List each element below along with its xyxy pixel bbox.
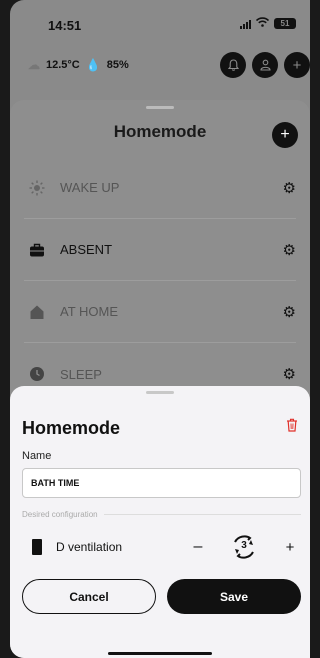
house-icon [28,303,46,321]
fan-level-value: 3 [241,540,247,551]
weather-bar: ☁ 12.5°C 💧 85% [28,58,129,72]
edit-sheet-title: Homemode [22,418,121,438]
mode-label: SLEEP [60,366,102,382]
plus-icon: + [292,56,302,74]
decrease-button[interactable]: – [191,538,205,556]
mode-item-at-home[interactable]: AT HOME ⚙ [24,281,296,343]
mode-item-absent[interactable]: ABSENT ⚙ [24,219,296,281]
mode-label: AT HOME [60,304,119,319]
gear-icon[interactable]: ⚙ [283,365,296,383]
briefcase-icon [28,241,46,259]
mode-item-wake-up[interactable]: WAKE UP ⚙ [24,157,296,219]
humidity-value: 85% [106,59,129,71]
ventilation-row: D ventilation – 3 + [22,532,301,562]
cloud-icon: ☁ [28,58,40,72]
gear-icon[interactable]: ⚙ [283,241,296,259]
status-bar: 14:51 51 [10,0,310,44]
gear-icon[interactable]: ⚙ [283,303,296,321]
notification-button[interactable] [220,52,246,78]
sheet-handle[interactable] [146,106,174,109]
ventilation-stepper: – 3 + [191,532,301,562]
status-time: 14:51 [48,18,82,33]
desired-configuration-divider: Desired configuration [22,510,301,519]
mode-label: ABSENT [60,242,113,257]
sun-icon [28,179,46,197]
cancel-button[interactable]: Cancel [22,579,156,614]
battery-icon: 51 [274,18,296,29]
profile-button[interactable] [252,52,278,78]
ventilation-device-icon [32,539,42,555]
add-button[interactable]: + [284,52,310,78]
header-actions: + [220,52,310,78]
divider-line [103,514,301,515]
desired-configuration-label: Desired configuration [22,510,98,519]
gear-icon[interactable]: ⚙ [283,179,296,197]
sheet-handle[interactable] [146,391,174,394]
user-icon [259,59,271,71]
fan-level-icon: 3 [231,534,257,560]
sheet-title: Homemode [113,122,207,141]
name-label: Name [22,450,52,462]
temperature-value: 12.5°C [46,59,80,71]
save-button[interactable]: Save [167,579,301,614]
mode-label: WAKE UP [60,180,120,195]
moon-icon [28,365,46,383]
increase-button[interactable]: + [283,539,297,556]
home-indicator[interactable] [108,652,212,655]
wifi-icon [255,17,270,30]
phone-screen: 14:51 51 ☁ 12.5°C 💧 85% + Homemode + WAK… [10,0,310,658]
bell-icon [227,59,239,71]
trash-icon[interactable] [286,418,298,437]
humidity-icon: 💧 [85,58,101,72]
add-homemode-button[interactable]: + [272,122,298,148]
status-icons: 51 [240,17,296,30]
ventilation-label: D ventilation [56,540,123,554]
plus-icon: + [280,126,290,143]
signal-icon [240,19,251,29]
name-input[interactable]: BATH TIME [22,468,301,498]
edit-homemode-sheet: Homemode Name BATH TIME Desired configur… [10,386,310,658]
